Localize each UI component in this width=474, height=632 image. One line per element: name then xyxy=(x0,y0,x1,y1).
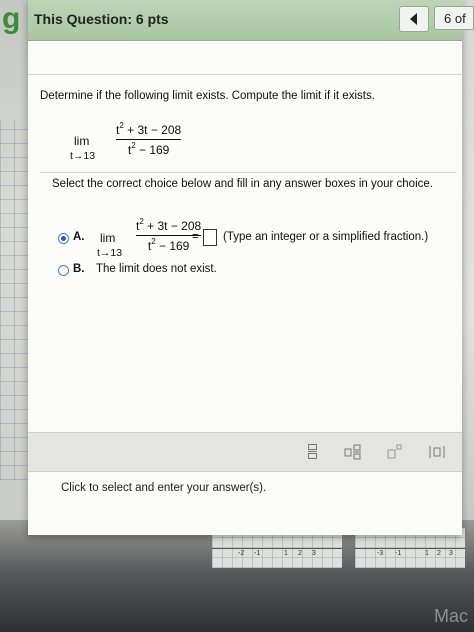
question-counter[interactable]: 6 of xyxy=(434,6,474,30)
question-prompt: Determine if the following limit exists.… xyxy=(40,90,375,102)
axis-label: 3 xyxy=(312,550,316,557)
equals-sign: = xyxy=(192,231,199,243)
limit-fraction: t2 + 3t − 208 t2 − 169 xyxy=(116,121,182,157)
answer-instruction-footer: Click to select and enter your answer(s)… xyxy=(61,482,267,494)
question-dialog: This Question: 6 pts 6 of Determine if t… xyxy=(28,0,474,535)
limit-approach: t→13 xyxy=(97,247,123,259)
option-a-letter: A. xyxy=(73,231,85,243)
axis-label: -1 xyxy=(254,550,261,557)
section-divider xyxy=(40,172,456,173)
previous-question-button[interactable] xyxy=(399,6,429,32)
option-a-radio[interactable] xyxy=(58,233,69,244)
graph-axis xyxy=(355,548,465,549)
axis-label: 2 xyxy=(437,550,441,557)
graph-axis xyxy=(212,548,342,549)
lim-symbol: lim xyxy=(74,134,90,148)
limit-approach: t→13 xyxy=(70,150,96,162)
option-b-radio[interactable] xyxy=(58,265,69,276)
answer-format-hint: (Type an integer or a simplified fractio… xyxy=(223,231,429,243)
absolute-value-tool-icon[interactable] xyxy=(428,444,446,460)
header-divider xyxy=(28,74,462,75)
axis-label: -3 xyxy=(377,550,384,557)
axis-label: 2 xyxy=(298,550,302,557)
monitor-brand-text: Mac xyxy=(433,606,468,626)
axis-label: -1 xyxy=(395,550,402,557)
fraction-tool-icon[interactable] xyxy=(303,444,321,460)
axis-label: -2 xyxy=(238,550,245,557)
math-toolbar xyxy=(28,432,462,472)
mixed-number-tool-icon[interactable] xyxy=(344,444,362,460)
option-b-letter: B. xyxy=(73,263,85,275)
fraction-denominator: t2 − 169 xyxy=(127,141,170,157)
exponent-tool-icon[interactable] xyxy=(386,444,404,460)
fraction-bar xyxy=(116,139,182,140)
axis-label: 3 xyxy=(449,550,453,557)
answer-input-box[interactable] xyxy=(203,229,217,246)
fraction-numerator: t2 + 3t − 208 xyxy=(116,121,182,137)
question-header: This Question: 6 pts 6 of xyxy=(28,0,474,41)
background-graph-grid xyxy=(0,120,30,480)
choice-instruction: Select the correct choice below and fill… xyxy=(52,178,433,190)
question-points-title: This Question: 6 pts xyxy=(34,11,169,27)
axis-label: 1 xyxy=(284,550,288,557)
option-b-text[interactable]: The limit does not exist. xyxy=(96,263,217,275)
lim-symbol: lim xyxy=(100,231,116,245)
axis-label: 1 xyxy=(425,550,429,557)
arrow-left-icon xyxy=(410,13,417,25)
